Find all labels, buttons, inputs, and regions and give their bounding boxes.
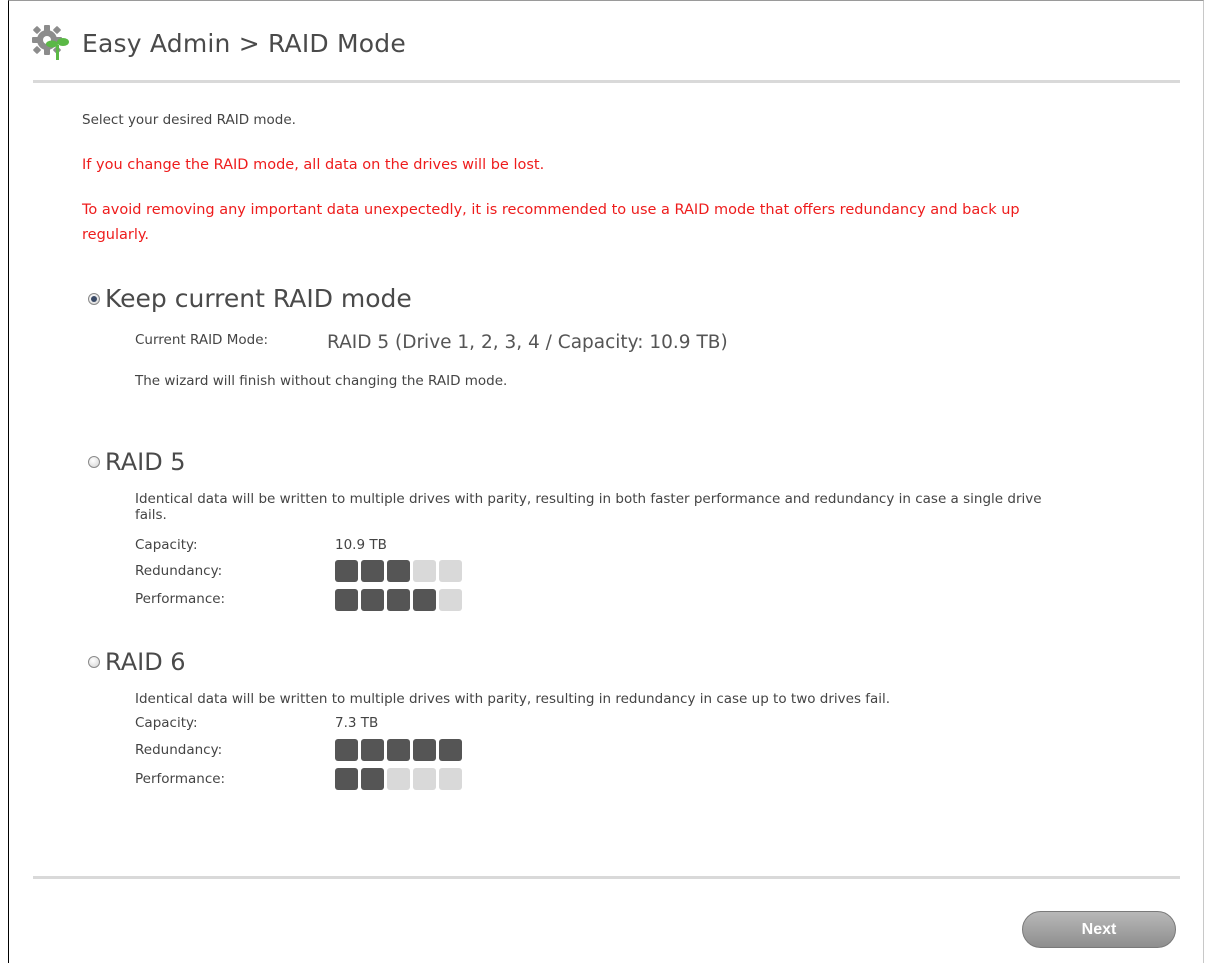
meter-segment	[361, 768, 384, 790]
warning-text: If you change the RAID mode, all data on…	[82, 157, 545, 173]
instruction-text: Select your desired RAID mode.	[82, 112, 296, 128]
gear-plant-icon	[32, 25, 69, 60]
window-frame	[8, 0, 1204, 963]
meter-segment	[361, 560, 384, 582]
meter-segment	[413, 560, 436, 582]
meter-segment	[439, 739, 462, 761]
meter-segment	[387, 589, 410, 611]
raid5-description: Identical data will be written to multip…	[135, 491, 1042, 523]
capacity-label: Capacity:	[135, 715, 198, 731]
meter-segment	[439, 768, 462, 790]
page-title: Easy Admin > RAID Mode	[82, 28, 406, 58]
meter-segment	[335, 589, 358, 611]
meter-segment	[439, 589, 462, 611]
redundancy-meter	[335, 739, 462, 761]
performance-label: Performance:	[135, 771, 226, 787]
option-label: Keep current RAID mode	[105, 284, 412, 313]
keep-note: The wizard will finish without changing …	[135, 373, 508, 389]
meter-segment	[335, 560, 358, 582]
divider	[33, 80, 1180, 83]
header: Easy Admin > RAID Mode	[30, 22, 406, 64]
current-raid-label: Current RAID Mode:	[135, 332, 269, 348]
capacity-value: 10.9 TB	[335, 537, 387, 553]
performance-meter	[335, 768, 462, 790]
meter-segment	[361, 589, 384, 611]
capacity-label: Capacity:	[135, 537, 198, 553]
meter-segment	[335, 768, 358, 790]
current-raid-value: RAID 5 (Drive 1, 2, 3, 4 / Capacity: 10.…	[327, 332, 728, 353]
redundancy-meter	[335, 560, 462, 582]
radio-keep-current[interactable]	[88, 292, 100, 305]
option-keep-current[interactable]: Keep current RAID mode	[88, 284, 412, 313]
radio-raid6[interactable]	[88, 656, 100, 668]
meter-segment	[439, 560, 462, 582]
meter-segment	[413, 739, 436, 761]
capacity-value: 7.3 TB	[335, 715, 379, 731]
performance-meter	[335, 589, 462, 611]
meter-segment	[413, 768, 436, 790]
meter-segment	[387, 560, 410, 582]
option-raid6[interactable]: RAID 6	[88, 648, 186, 676]
redundancy-label: Redundancy:	[135, 563, 223, 579]
meter-segment	[387, 739, 410, 761]
option-label: RAID 6	[105, 648, 186, 676]
divider	[33, 876, 1180, 879]
meter-segment	[387, 768, 410, 790]
meter-segment	[361, 739, 384, 761]
next-button[interactable]: Next	[1022, 911, 1176, 948]
radio-raid5[interactable]	[88, 456, 100, 468]
option-raid5[interactable]: RAID 5	[88, 448, 186, 476]
warning-text: To avoid removing any important data une…	[82, 202, 1020, 243]
meter-segment	[413, 589, 436, 611]
meter-segment	[335, 739, 358, 761]
performance-label: Performance:	[135, 591, 226, 607]
redundancy-label: Redundancy:	[135, 742, 223, 758]
option-label: RAID 5	[105, 448, 186, 476]
raid6-description: Identical data will be written to multip…	[135, 691, 891, 707]
